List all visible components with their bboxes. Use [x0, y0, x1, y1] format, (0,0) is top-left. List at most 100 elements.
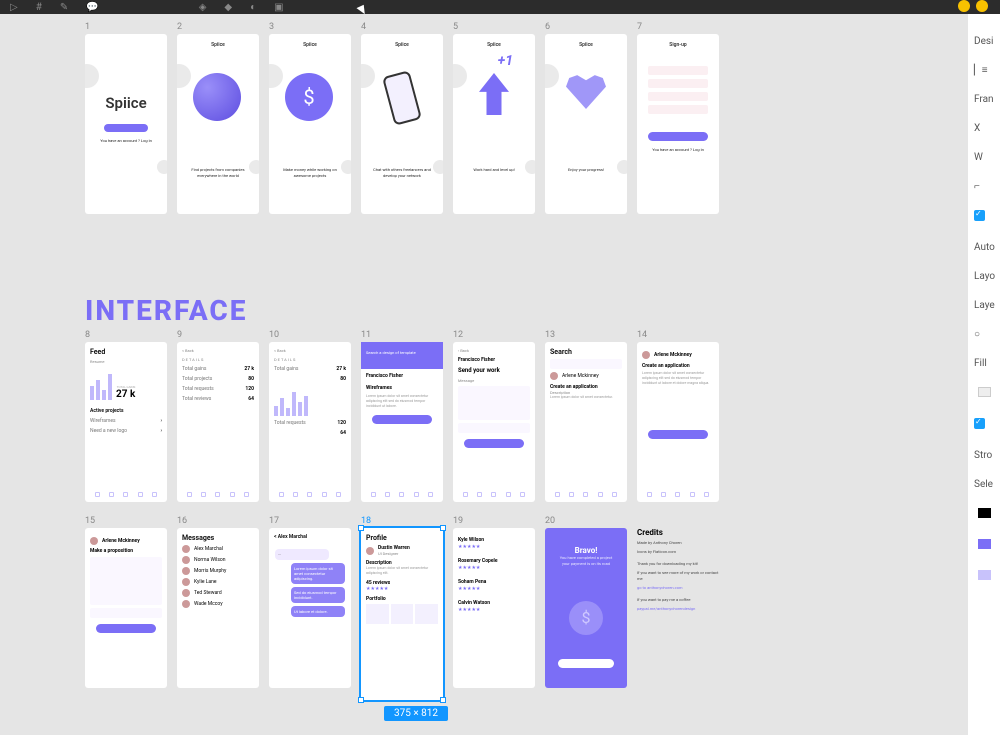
- frame-reviews-list[interactable]: Kyle Wilson★★★★★ Rosemary Copele★★★★★ So…: [453, 528, 535, 688]
- message-label: Message: [458, 378, 530, 383]
- frame-application[interactable]: Arlene Mckinney Create an application Lo…: [637, 342, 719, 502]
- bottom-nav: [366, 490, 438, 499]
- frame-onboard-heart[interactable]: Spiice Enjoy your progress!: [545, 34, 627, 214]
- fill-swatch-none[interactable]: [978, 387, 991, 397]
- frame-messages[interactable]: Messages Alex Marchal Norma Wilson Morri…: [177, 528, 259, 688]
- dollar-coin-icon: $: [569, 601, 603, 635]
- portfolio-heading: Portfolio: [366, 596, 438, 602]
- frame-send-work[interactable]: ‹ Back Francisco Fisher Send your work M…: [453, 342, 535, 502]
- bravo-button: [558, 659, 614, 668]
- credits-link: go to anthonychoren.com: [637, 585, 719, 591]
- frame-section: Fran: [968, 94, 1000, 105]
- chat-bubble-sent: Sed do eiusmod tempor incididunt.: [291, 587, 345, 603]
- chat-header: < Alex Marchal: [269, 528, 351, 546]
- result-name: Arlene Mckinney: [562, 373, 599, 379]
- signup-field: [648, 79, 708, 88]
- credits-link: paypal.me/anthonychorendesign: [637, 606, 719, 612]
- selection-handle[interactable]: [358, 697, 364, 703]
- mask-icon[interactable]: ◐: [250, 2, 256, 13]
- topbar: ▷ # ✎ 💬 ◈ ◆ ◐ ▣: [0, 0, 1000, 14]
- component-icon[interactable]: ▣: [274, 2, 283, 13]
- signup-field: [648, 92, 708, 101]
- frame-label: 1: [85, 22, 167, 32]
- frame-onboard-chat[interactable]: Spiice Chat with others freelancers and …: [361, 34, 443, 214]
- frame-label: 17: [269, 516, 351, 526]
- signup-field: [648, 105, 708, 114]
- layout-section: Layo: [968, 271, 1000, 282]
- frame-project-detail[interactable]: Search a design of template Francisco Fi…: [361, 342, 443, 502]
- right-panel: Desi ▏≡ Fran X W ⌐ Auto Layo Laye ○ Fill…: [968, 14, 1000, 735]
- tag-icon[interactable]: ◈: [199, 2, 207, 13]
- frame-onboard-globe[interactable]: Spiice Find projects from companies ever…: [177, 34, 259, 214]
- clip-content-checkbox[interactable]: [968, 210, 1000, 224]
- credits-line: Thank you for downloading my kit!: [637, 561, 719, 567]
- frame-details-stats[interactable]: < Back DETAILS Total gains27 k Total pro…: [177, 342, 259, 502]
- blend-circle-icon[interactable]: ○: [968, 329, 1000, 340]
- design-tab[interactable]: Desi: [968, 36, 1000, 47]
- selection-color-purple[interactable]: [978, 539, 991, 549]
- stat-value: 64: [340, 430, 346, 436]
- comment-tool-icon[interactable]: 💬: [86, 2, 98, 13]
- bottom-nav: [458, 490, 530, 499]
- reviewer-name: Soham Pena: [458, 579, 486, 585]
- selection-handle[interactable]: [440, 525, 446, 531]
- selection-color-black[interactable]: [978, 508, 991, 518]
- project-name: Wireframes: [366, 385, 438, 391]
- stat-label: Total gains: [182, 366, 207, 372]
- frame-tool-icon[interactable]: #: [36, 2, 42, 13]
- frame-details-chart[interactable]: < Back DETAILS Total gains27 k 80 Total …: [269, 342, 351, 502]
- stat-value: 80: [248, 376, 254, 382]
- proposition-textarea: [90, 557, 162, 605]
- brand-header: Spiice: [361, 42, 443, 48]
- author-name: Arlene Mckinney: [102, 538, 140, 544]
- frame-proposition[interactable]: Arlene Mckinney Make a proposition: [85, 528, 167, 688]
- section-title-interface: INTERFACE: [85, 294, 247, 327]
- frame-splash[interactable]: Spiice You have an account ? Log in: [85, 34, 167, 214]
- frame-label: 2: [177, 22, 259, 32]
- frame-label: 11: [361, 330, 443, 340]
- layers-icon[interactable]: ◆: [224, 2, 232, 13]
- frame-label: 15: [85, 516, 167, 526]
- frame-bravo[interactable]: Bravo! You have completed a project your…: [545, 528, 627, 688]
- canvas[interactable]: 1 Spiice You have an account ? Log in 2 …: [0, 14, 968, 735]
- move-tool-icon[interactable]: ▷: [10, 2, 18, 13]
- tagline: Chat with others freelancers and develop…: [361, 167, 443, 179]
- contact-name: Wade Mccoy: [194, 601, 223, 607]
- tagline: Make money while working on awesome proj…: [269, 167, 351, 179]
- dollar-coin-icon: $: [285, 73, 333, 121]
- avatar[interactable]: [976, 0, 988, 12]
- tagline: Work hard and level up!: [453, 167, 535, 173]
- stat-value: 27 k: [336, 366, 346, 372]
- details-heading: DETAILS: [274, 357, 346, 362]
- pen-tool-icon[interactable]: ✎: [60, 2, 68, 13]
- stat-value: 120: [245, 386, 254, 392]
- frame-label: 9: [177, 330, 259, 340]
- bottom-nav: [550, 490, 622, 499]
- frame-onboard-levelup[interactable]: Spiice +1 Work hard and level up!: [453, 34, 535, 214]
- selection-handle[interactable]: [358, 525, 364, 531]
- credits-line: Made by Anthony Choren: [637, 540, 719, 546]
- frame-onboard-money[interactable]: Spiice $ Make money while working on awe…: [269, 34, 351, 214]
- selection-section: Sele: [968, 479, 1000, 490]
- frame-search[interactable]: Search Arlene Mckinney Create an applica…: [545, 342, 627, 502]
- bottom-nav: [274, 490, 346, 499]
- login-link: You have an account ? Log in: [637, 147, 719, 152]
- frame-signup[interactable]: Sign-up You have an account ? Log in: [637, 34, 719, 214]
- selection-handle[interactable]: [440, 697, 446, 703]
- frame-label: 13: [545, 330, 627, 340]
- frame-feed[interactable]: Feed Resume TOTAL GAINS 27 k Active proj…: [85, 342, 167, 502]
- tagline: Enjoy your progress!: [545, 167, 627, 173]
- toolbar-left: ▷ # ✎ 💬: [10, 2, 99, 13]
- attachment-field: [458, 423, 530, 433]
- frame-chat[interactable]: < Alex Marchal ··· Lorem ipsum dolor sit…: [269, 528, 351, 688]
- search-input: [550, 359, 622, 369]
- frame-profile-selected[interactable]: Profile Dustin WarrenUI Designer Descrip…: [361, 528, 443, 700]
- credits-line: If you want to see more of my work or co…: [637, 570, 719, 582]
- avatar[interactable]: [958, 0, 970, 12]
- frame-label: 6: [545, 22, 627, 32]
- send-work-title: Send your work: [458, 367, 530, 374]
- selection-color-lightpurple[interactable]: [978, 570, 991, 580]
- frame-label: 19: [453, 516, 535, 526]
- fill-visible-checkbox[interactable]: [968, 418, 1000, 432]
- align-icon[interactable]: ▏≡: [968, 65, 1000, 76]
